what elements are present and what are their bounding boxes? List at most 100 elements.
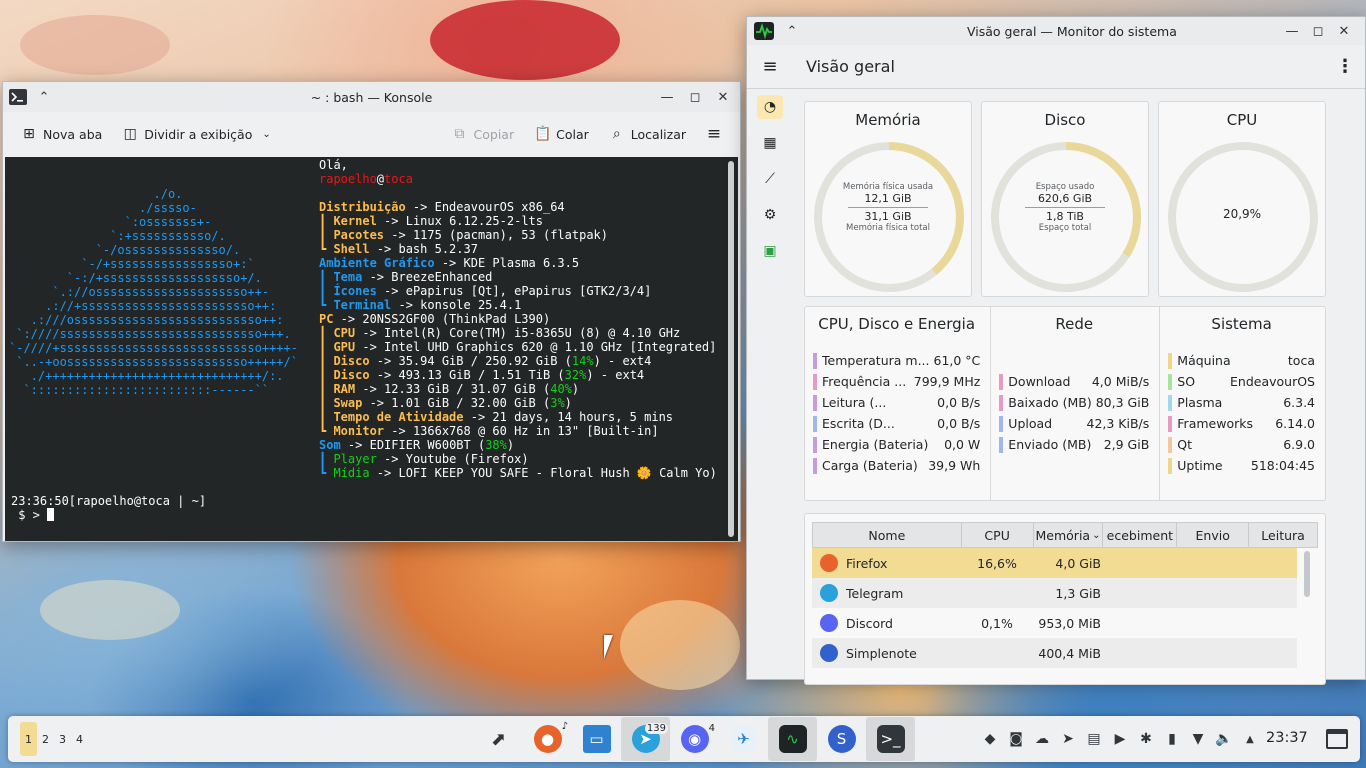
hamburger-menu-button[interactable]: ≡ — [698, 119, 730, 149]
copy-button[interactable]: ⧉ Copiar — [444, 119, 523, 149]
hamburger-menu-button[interactable]: ≡ — [747, 56, 793, 77]
info-percent: 3% — [550, 396, 565, 410]
table-row[interactable]: Simplenote 400,4 MiB — [812, 638, 1297, 668]
sidebar-item-history[interactable]: ⟋ — [757, 167, 783, 191]
tray-expand-icon[interactable]: ▲ — [1240, 729, 1260, 749]
task-wing-app[interactable]: ✈ — [719, 717, 768, 761]
tray-discord-icon[interactable]: ◙ — [1006, 729, 1026, 749]
info-value: Intel UHD Graphics 620 @ 1.10 GHz [Integ… — [384, 340, 717, 354]
table-row[interactable]: Discord 0,1% 953,0 MiB — [812, 608, 1297, 638]
close-button[interactable]: ✕ — [1333, 20, 1355, 42]
table-row[interactable]: Telegram 1,3 GiB — [812, 578, 1297, 608]
summary-cards: Memória Memória física usada 12,1 GiB 31… — [804, 101, 1326, 297]
tray-wifi-icon[interactable]: ▼ — [1188, 729, 1208, 749]
task-app-launcher[interactable]: ⬈ — [474, 717, 523, 761]
sidebar-item-processes[interactable]: ⚙ — [757, 203, 783, 227]
konsole-titlebar[interactable]: ⌃ ~ : bash — Konsole — ◻ ✕ — [3, 82, 740, 112]
wallpaper-shape — [20, 15, 170, 75]
desktop-3[interactable]: 3 — [54, 722, 71, 756]
keep-above-icon[interactable]: ⌃ — [781, 20, 803, 42]
maximize-button[interactable]: ◻ — [684, 86, 706, 108]
process-memory-cell: 4,0 GiB — [1055, 555, 1101, 571]
tray-telegram-icon[interactable]: ➤ — [1058, 729, 1078, 749]
process-table-panel: Nome CPU Memória ⌄ ecebiment Envio Leitu… — [804, 513, 1326, 685]
info-label: Player — [333, 452, 377, 466]
sysmon-titlebar[interactable]: ⌃ Visão geral — Monitor do sistema — ◻ ✕ — [747, 17, 1365, 45]
column-header-read[interactable]: Leitura — [1249, 523, 1317, 547]
keep-above-icon[interactable]: ⌃ — [33, 86, 55, 108]
task-discord[interactable]: ◉ 4 — [670, 717, 719, 761]
column-header-upload[interactable]: Envio — [1177, 523, 1250, 547]
table-scrollbar[interactable] — [1304, 551, 1310, 597]
column-header-name[interactable]: Nome — [813, 523, 962, 547]
task-konsole[interactable]: >_ — [866, 717, 915, 761]
tray-media-player-icon[interactable]: ▶ — [1110, 729, 1130, 749]
info-label: Monitor — [333, 424, 385, 438]
task-telegram[interactable]: ➤ 139 — [621, 717, 670, 761]
process-name: Telegram — [846, 585, 904, 601]
sensor-value: 4,0 MiB/s — [1091, 374, 1150, 389]
sidebar-item-hardware[interactable]: ▣ — [757, 239, 783, 263]
info-label: Tema — [333, 270, 363, 284]
sidebar-item-overview[interactable]: ◔ — [757, 95, 783, 119]
info-value: EndeavourOS x86_64 — [434, 200, 565, 214]
sensor-rows: Máquina toca SO EndeavourOS Plasma 6.3.4 Frame… — [1168, 350, 1315, 476]
split-view-icon: ◫ — [123, 126, 137, 142]
text-cursor — [47, 508, 55, 521]
new-tab-button[interactable]: ⊞ Nova aba — [13, 119, 110, 149]
system-info-row: Qt 6.9.0 — [1168, 434, 1315, 455]
taskbar: 1 2 3 4 ⬈ ● ♪ ▭ ➤ 139 ◉ 4 ✈ ∿ S >_ ◆ ◙ ☁ ➤ … — [8, 716, 1360, 762]
sensor-rows: Download 4,0 MiB/s Baixado (MB) 80,3 GiB Upl… — [999, 371, 1149, 455]
tray-battery-icon[interactable]: ▮ — [1162, 729, 1182, 749]
info-value: Linux 6.12.25-2-lts — [405, 214, 543, 228]
process-name: Discord — [846, 615, 893, 631]
info-value: konsole 25.4.1 — [420, 298, 522, 312]
info-percent: 38% — [485, 438, 507, 452]
tray-cloud-icon[interactable]: ☁ — [1032, 729, 1052, 749]
maximize-button[interactable]: ◻ — [1307, 20, 1329, 42]
sensor-value: 39,9 Wh — [928, 458, 981, 473]
info-value: BreezeEnhanced — [391, 270, 493, 284]
clock[interactable]: 23:37 — [1266, 730, 1308, 746]
desktop-4[interactable]: 4 — [71, 722, 88, 756]
sidebar-item-applications[interactable]: ▦ — [757, 131, 783, 155]
desktop-2[interactable]: 2 — [37, 722, 54, 756]
tray-clipboard-icon[interactable]: ▤ — [1084, 729, 1104, 749]
paste-button[interactable]: 📋 Colar — [526, 119, 597, 149]
memory-card[interactable]: Memória Memória física usada 12,1 GiB 31… — [804, 101, 972, 297]
task-simplenote[interactable]: S — [817, 717, 866, 761]
column-header-download[interactable]: ecebiment — [1103, 523, 1178, 547]
terminal-scrollbar[interactable] — [728, 161, 734, 537]
tray-volume-icon[interactable]: 🔈 — [1214, 729, 1234, 749]
terminal-app-icon[interactable] — [7, 86, 29, 108]
find-button[interactable]: ⌕ Localizar — [601, 119, 694, 149]
split-view-label: Dividir a exibição — [144, 126, 253, 142]
column-header-cpu[interactable]: CPU — [962, 523, 1034, 547]
info-percent: 32% — [564, 368, 587, 382]
minimize-button[interactable]: — — [656, 86, 678, 108]
desktop-1[interactable]: 1 — [20, 722, 37, 756]
system-monitor-app-icon[interactable] — [753, 20, 775, 42]
cpu-card[interactable]: CPU 20,9% — [1158, 101, 1326, 297]
task-file-manager[interactable]: ▭ — [572, 717, 621, 761]
column-header-memory[interactable]: Memória ⌄ — [1034, 523, 1104, 547]
process-cpu-cell: 16,6% — [977, 555, 1017, 571]
tray-notification-icon[interactable]: ◆ — [980, 729, 1000, 749]
disk-card[interactable]: Disco Espaço usado 620,6 GiB 1,8 TiB Esp… — [981, 101, 1149, 297]
table-row[interactable]: Firefox 16,6% 4,0 GiB — [812, 548, 1297, 578]
info-label: Som — [319, 438, 341, 452]
split-view-button[interactable]: ◫ Dividir a exibição ⌄ — [114, 119, 278, 149]
task-system-monitor[interactable]: ∿ — [768, 717, 817, 761]
tray-bluetooth-icon[interactable]: ✱ — [1136, 729, 1156, 749]
sensor-row: Leitura (... 0,0 B/s — [813, 392, 980, 413]
show-desktop-button[interactable] — [1326, 729, 1348, 749]
terminal-area[interactable]: ./o. ./sssso- `:osssssss+- `:+ssssssssss… — [5, 157, 738, 541]
process-name-cell: Firefox — [812, 554, 961, 572]
minimize-button[interactable]: — — [1281, 20, 1303, 42]
task-firefox[interactable]: ● ♪ — [523, 717, 572, 761]
info-value: Youtube (Firefox) — [405, 452, 529, 466]
overflow-menu-button[interactable]: ⋮ — [1325, 56, 1365, 77]
close-button[interactable]: ✕ — [712, 86, 734, 108]
process-memory-cell: 1,3 GiB — [1055, 585, 1101, 601]
system-info-row: SO EndeavourOS — [1168, 371, 1315, 392]
